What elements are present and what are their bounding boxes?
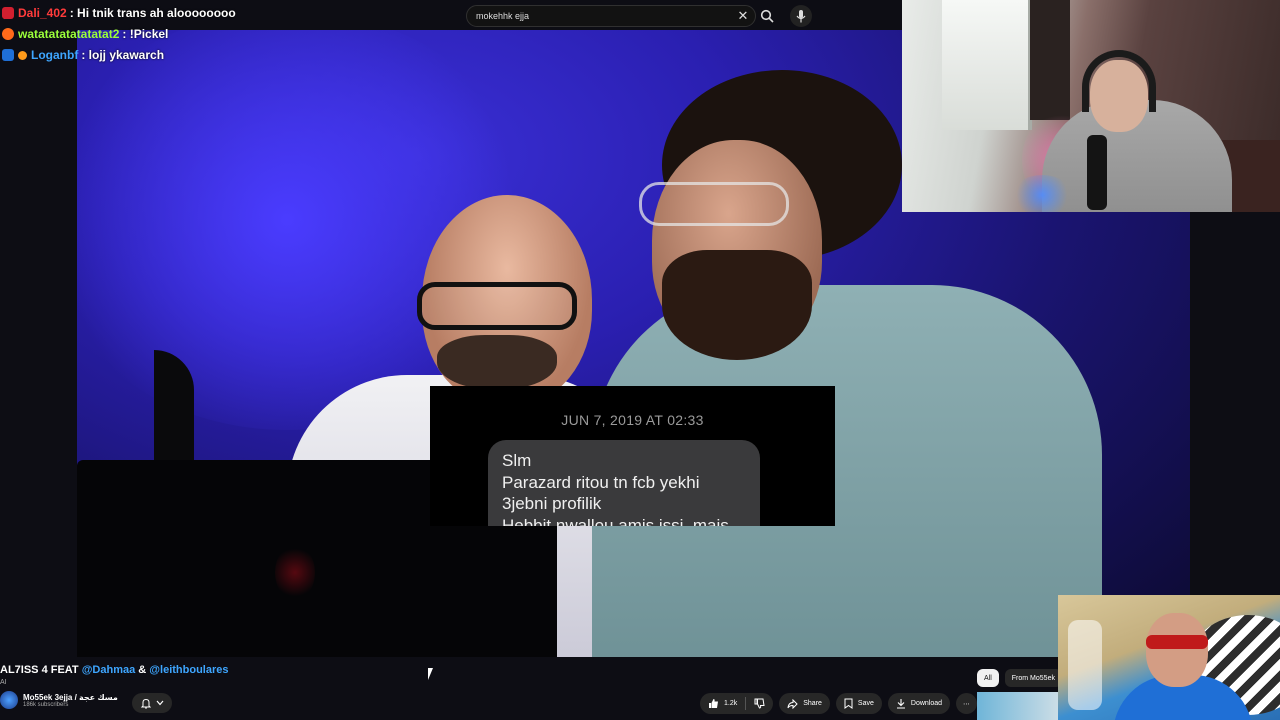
guest-head bbox=[1146, 613, 1208, 687]
badge-icon bbox=[18, 50, 27, 60]
message-line: Parazard ritou tn fcb yekhi bbox=[502, 472, 700, 492]
related-video-thumbnail[interactable] bbox=[977, 692, 1058, 720]
shelf bbox=[1030, 0, 1070, 120]
download-button[interactable]: Download bbox=[887, 693, 951, 714]
download-icon bbox=[896, 699, 905, 709]
like-icon[interactable] bbox=[708, 698, 719, 709]
headphones-icon bbox=[1082, 50, 1156, 112]
person-left-glasses bbox=[417, 282, 577, 330]
search-box[interactable]: mokehhk ejja ✕ bbox=[466, 5, 756, 27]
person-left-beard bbox=[437, 335, 557, 390]
download-label: Download bbox=[910, 700, 943, 707]
chat-username: Dali_402 bbox=[18, 6, 67, 20]
mention-link[interactable]: @leithboulares bbox=[149, 664, 228, 676]
person-right-glasses bbox=[639, 182, 789, 226]
chat-message: Loganbf : lojj ykawarch bbox=[2, 46, 164, 64]
subscriber-count: 186k subscribers bbox=[23, 701, 69, 708]
chat-message: Dali_402 : Hi tnik trans ah aloooooooo bbox=[2, 4, 236, 22]
video-title-amp: & bbox=[135, 664, 150, 676]
video-title: AL7ISS 4 FEAT @Dahmaa & @leithboulares bbox=[0, 664, 228, 676]
channel-info[interactable]: Mo55ek 3ejja / مسك عجة 186k subscribers bbox=[0, 691, 118, 709]
notification-button[interactable] bbox=[132, 693, 172, 713]
bell-icon bbox=[140, 698, 151, 709]
message-date: JUN 7, 2019 AT 02:33 bbox=[561, 412, 704, 428]
mention-link[interactable]: @Dahmaa bbox=[82, 664, 136, 676]
share-icon bbox=[787, 698, 798, 709]
chip-all[interactable]: All bbox=[977, 669, 999, 687]
channel-avatar[interactable] bbox=[0, 691, 18, 709]
video-title-text: AL7ISS 4 FEAT bbox=[0, 664, 82, 676]
more-actions-button[interactable]: ⋯ bbox=[956, 693, 978, 714]
share-button[interactable]: Share bbox=[779, 693, 830, 714]
message-line: 3jebni profilik bbox=[502, 494, 602, 513]
dislike-icon[interactable] bbox=[754, 698, 765, 709]
stream-frame: JUN 7, 2019 AT 02:33 Slm Parazard ritou … bbox=[0, 0, 1280, 720]
more-icon: ⋯ bbox=[963, 700, 971, 708]
laptop-logo-icon bbox=[275, 545, 315, 600]
chip-from-channel[interactable]: From Mo55ek bbox=[1004, 669, 1062, 687]
badge-icon bbox=[2, 49, 14, 61]
message-line: Slm bbox=[502, 451, 532, 470]
message-screenshot: JUN 7, 2019 AT 02:33 Slm Parazard ritou … bbox=[430, 386, 835, 526]
search-input[interactable]: mokehhk ejja bbox=[476, 11, 731, 21]
chat-text: : lojj ykawarch bbox=[81, 48, 165, 62]
search-icon[interactable] bbox=[756, 5, 778, 27]
save-label: Save bbox=[857, 700, 874, 707]
ai-label: AI bbox=[0, 679, 7, 686]
video-actions: 1.2k Share Save Download ⋯ bbox=[700, 693, 978, 714]
sunglasses bbox=[1146, 635, 1208, 649]
related-filter-chips: All From Mo55ek bbox=[977, 669, 1062, 687]
chat-username: Loganbf bbox=[31, 48, 79, 62]
window bbox=[942, 0, 1032, 130]
bookmark-icon bbox=[844, 698, 853, 709]
channel-name[interactable]: Mo55ek 3ejja / مسك عجة bbox=[23, 693, 118, 702]
mouse-cursor-icon bbox=[428, 668, 438, 680]
like-dislike-button[interactable]: 1.2k bbox=[700, 693, 774, 714]
message-bubble: Slm Parazard ritou tn fcb yekhi 3jebni p… bbox=[488, 440, 760, 526]
share-label: Share bbox=[803, 700, 822, 707]
clear-search-icon[interactable]: ✕ bbox=[731, 8, 755, 24]
badge-icon bbox=[2, 7, 14, 19]
badge-icon bbox=[2, 28, 14, 40]
chevron-down-icon bbox=[156, 700, 163, 706]
message-line: Hebbit nwallou amis issi, mais bbox=[502, 515, 729, 527]
chat-text: : !Pickel bbox=[122, 27, 169, 41]
chat-message: watatatatatatatat2 : !Pickel bbox=[2, 25, 168, 43]
chat-text: : Hi tnik trans ah aloooooooo bbox=[69, 6, 236, 20]
microphone-icon[interactable] bbox=[790, 5, 812, 27]
microphone bbox=[1087, 135, 1107, 210]
save-button[interactable]: Save bbox=[835, 693, 882, 714]
water-bottle bbox=[1068, 620, 1102, 710]
like-count: 1.2k bbox=[724, 700, 738, 707]
chat-username: watatatatatatatat2 bbox=[18, 27, 120, 41]
blue-light bbox=[1012, 175, 1072, 212]
person-right-beard bbox=[662, 250, 812, 360]
streamer-webcam bbox=[902, 0, 1280, 212]
divider bbox=[745, 697, 747, 710]
guest-webcam bbox=[1058, 595, 1280, 720]
